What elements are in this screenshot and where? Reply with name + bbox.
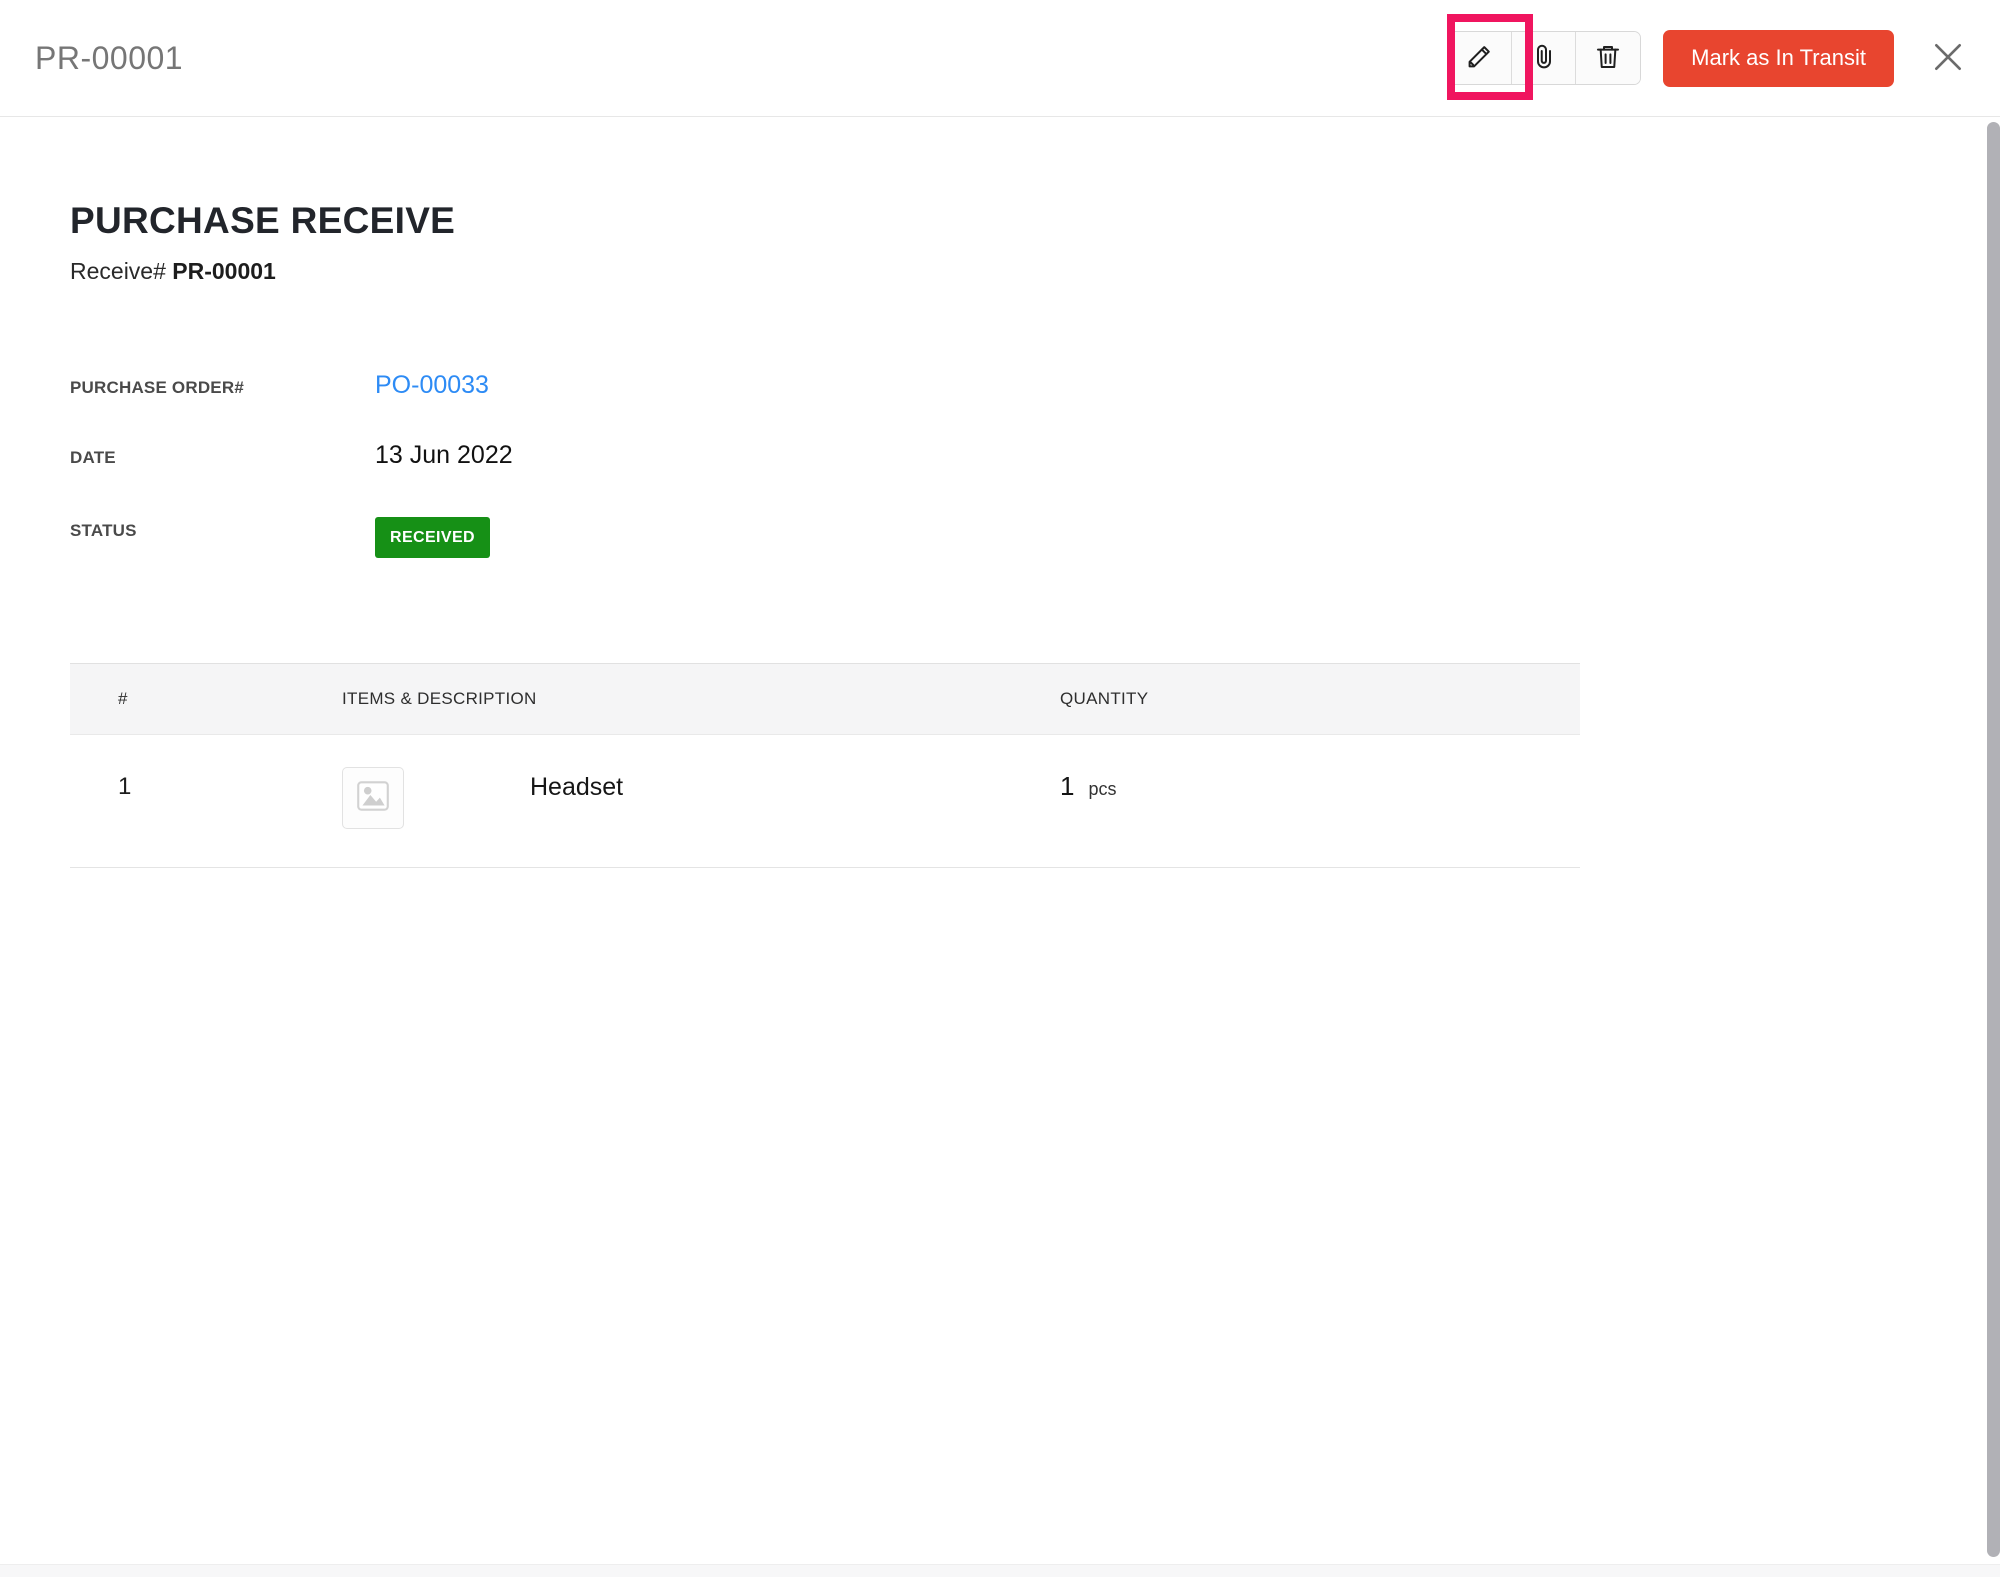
quantity-unit: pcs xyxy=(1088,779,1116,800)
status-label: STATUS xyxy=(70,521,375,541)
attachment-button[interactable] xyxy=(1512,32,1576,84)
receive-number-line: Receive# PR-00001 xyxy=(70,258,2000,285)
receive-number-value: PR-00001 xyxy=(172,258,276,284)
image-placeholder-icon xyxy=(354,777,392,820)
field-list: PURCHASE ORDER# PO-00033 DATE 13 Jun 202… xyxy=(70,371,2000,581)
purchase-order-link[interactable]: PO-00033 xyxy=(375,371,489,400)
document-heading: PURCHASE RECEIVE xyxy=(70,200,2000,242)
column-header-quantity: QUANTITY xyxy=(1060,689,1580,709)
table-row: 1 Headset 1 pcs xyxy=(70,735,1580,868)
vertical-scrollbar[interactable] xyxy=(1987,122,2000,1557)
quantity-cell: 1 pcs xyxy=(1060,735,1580,802)
quantity-value: 1 xyxy=(1060,771,1074,802)
close-icon xyxy=(1928,37,1968,80)
item-cell: Headset xyxy=(342,735,1060,829)
column-header-items: ITEMS & DESCRIPTION xyxy=(342,689,1060,709)
status-badge: RECEIVED xyxy=(375,517,490,558)
field-date: DATE 13 Jun 2022 xyxy=(70,441,2000,511)
row-index: 1 xyxy=(70,735,342,801)
table-header-row: # ITEMS & DESCRIPTION QUANTITY xyxy=(70,663,1580,735)
item-name: Headset xyxy=(530,767,623,802)
footer-strip xyxy=(0,1564,2000,1577)
trash-icon xyxy=(1592,41,1624,76)
field-status: STATUS RECEIVED xyxy=(70,511,2000,581)
date-label: DATE xyxy=(70,448,375,468)
item-image-placeholder xyxy=(342,767,404,829)
toolbar: Mark as In Transit xyxy=(1447,30,1970,87)
purchase-order-label: PURCHASE ORDER# xyxy=(70,378,375,398)
receive-number-label: Receive# xyxy=(70,258,166,284)
close-button[interactable] xyxy=(1926,36,1970,80)
modal-header: PR-00001 xyxy=(0,0,2000,117)
items-table: # ITEMS & DESCRIPTION QUANTITY 1 Headset xyxy=(70,663,1580,868)
page-title: PR-00001 xyxy=(35,40,183,77)
delete-button[interactable] xyxy=(1576,32,1640,84)
date-value: 13 Jun 2022 xyxy=(375,441,513,470)
purchase-receive-detail: PURCHASE RECEIVE Receive# PR-00001 PURCH… xyxy=(0,200,2000,868)
pencil-icon xyxy=(1464,41,1496,76)
edit-button[interactable] xyxy=(1448,32,1512,84)
column-header-index: # xyxy=(70,689,342,709)
toolbar-button-group xyxy=(1447,31,1641,85)
mark-as-in-transit-button[interactable]: Mark as In Transit xyxy=(1663,30,1894,87)
field-purchase-order: PURCHASE ORDER# PO-00033 xyxy=(70,371,2000,441)
paperclip-icon xyxy=(1528,41,1560,76)
